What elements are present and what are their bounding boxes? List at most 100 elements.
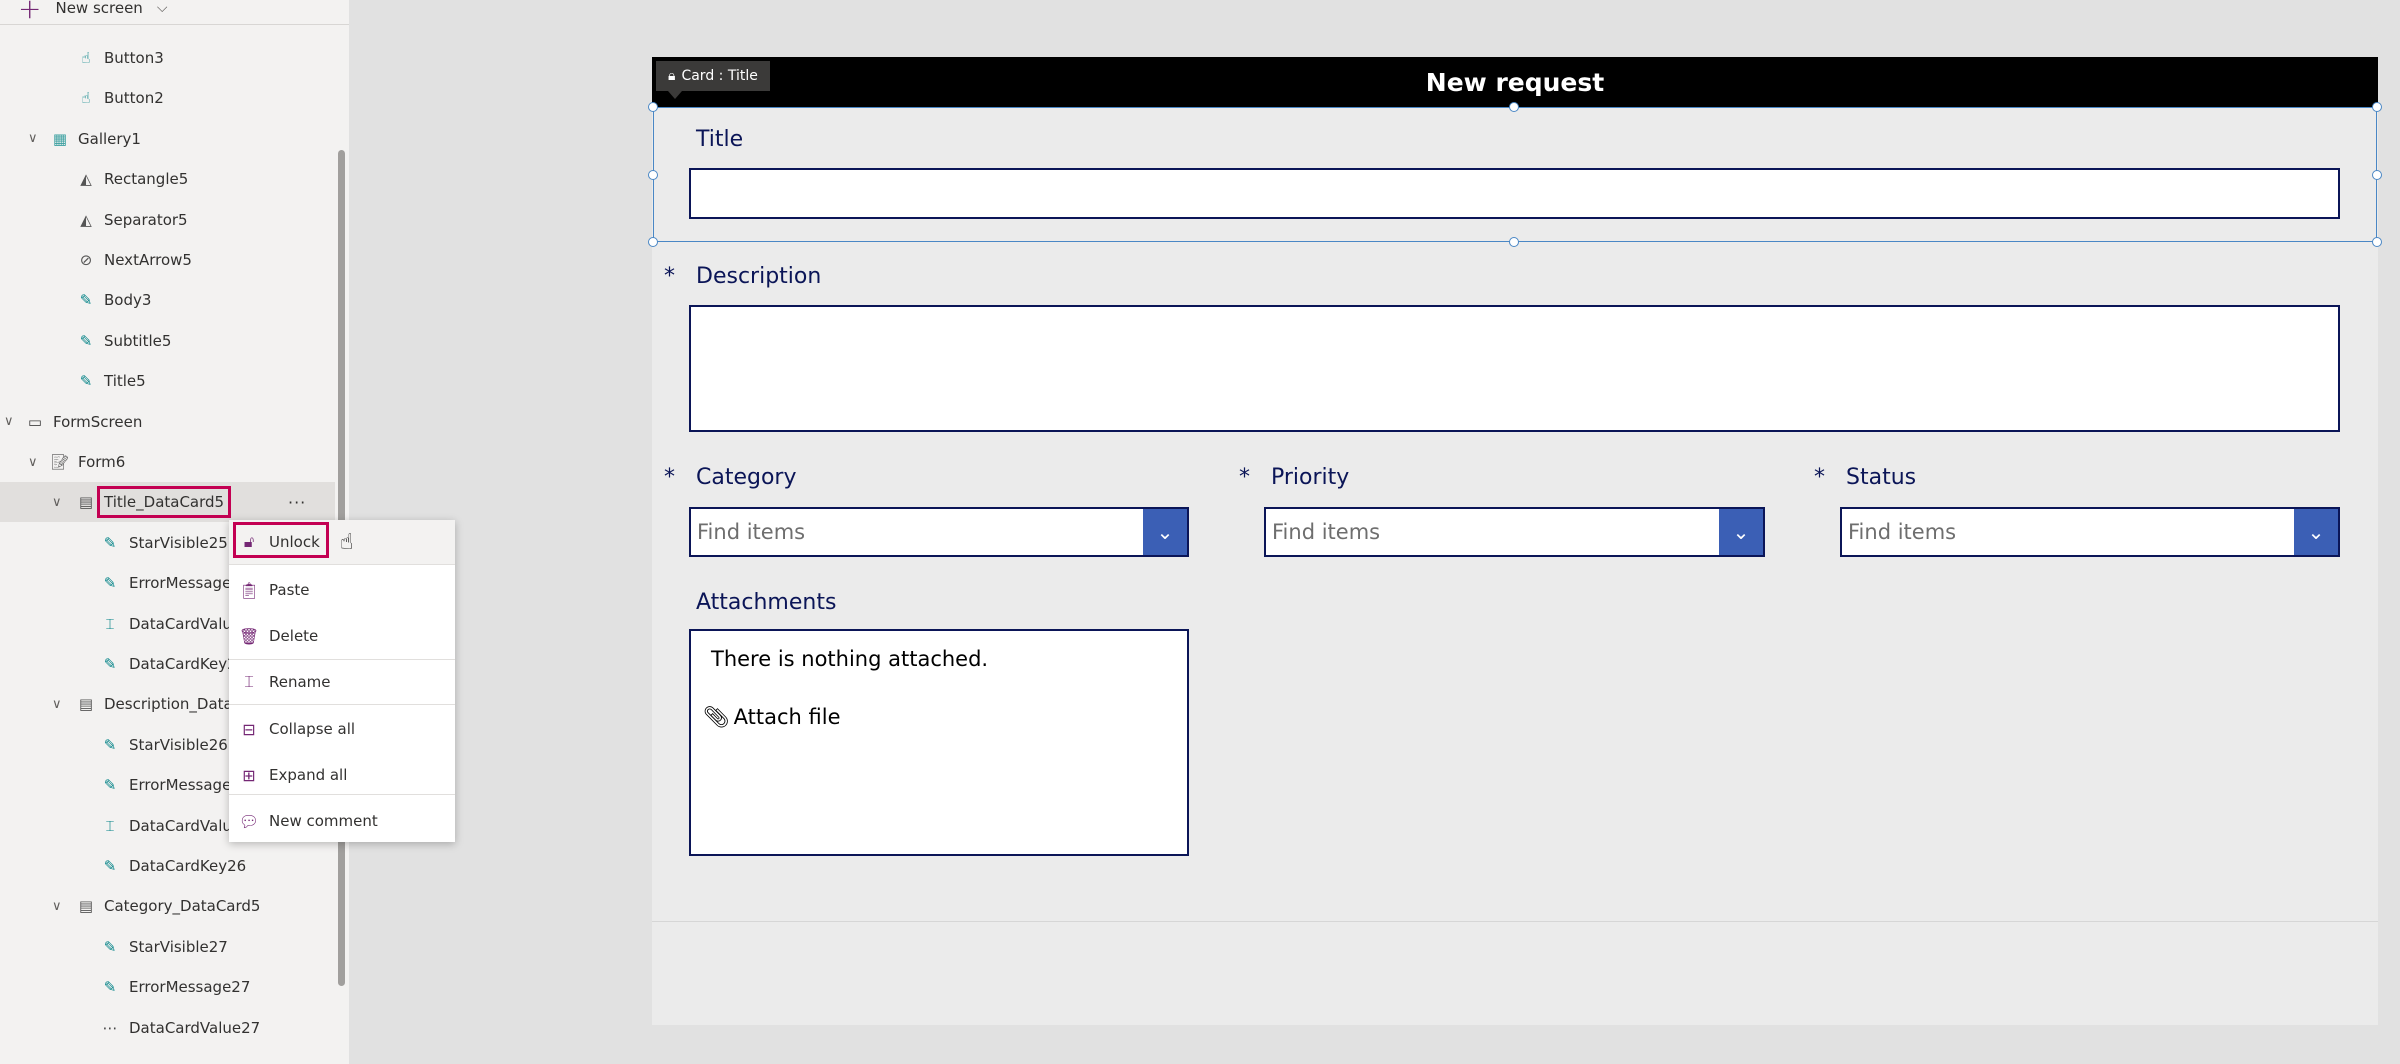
menu-divider [229,659,455,660]
title-label: Title [696,127,744,152]
button-icon: ☝ [81,89,91,108]
label-icon: ✎ [103,776,117,795]
chevron-down-icon[interactable]: ⌄ [2294,509,2338,555]
menu-divider [229,564,455,565]
new-screen-label: New screen [55,0,143,17]
title-input[interactable] [689,168,2340,219]
tree-item-label: StarVisible27 [129,937,228,956]
menu-item-delete[interactable]: 🗑︎ Delete [229,614,455,658]
required-mark: * [1814,465,1825,490]
tree-item-label: DataCardValue [129,816,242,835]
status-dropdown[interactable]: Find items ⌄ [1840,507,2340,557]
attach-file-button[interactable]: 📎︎ Attach file [703,705,841,730]
tree-item-label: Title_DataCard5 [96,486,232,519]
status-placeholder: Find items [1848,520,1957,544]
label-icon: ✎ [103,735,117,754]
tree-item[interactable]: ✎ Body3 [0,280,335,320]
tree-item[interactable]: ∨ ▭ FormScreen [0,402,335,442]
screen-icon: ▭ [27,412,43,431]
category-placeholder: Find items [697,520,806,544]
resize-handle[interactable] [648,102,658,112]
plus-icon: + [18,0,42,25]
category-dropdown[interactable]: Find items ⌄ [689,507,1189,557]
attachments-label: Attachments [696,590,837,615]
chevron-down-icon[interactable]: ∨ [4,414,14,429]
tree-item-label: DataCardKey26 [129,857,247,875]
tree-item-label: Separator5 [104,210,188,229]
card-icon: ▤ [78,695,94,714]
tree-item-label: ErrorMessage2 [129,776,241,795]
new-comment-icon: 💬︎ [238,811,260,831]
tree-item[interactable]: ✎ Subtitle5 [0,321,335,361]
chevron-down-icon: ⌵ [156,0,168,16]
chevron-down-icon[interactable]: ⌄ [1719,509,1763,555]
resize-handle[interactable] [1509,237,1519,247]
resize-handle[interactable] [648,237,658,247]
tree-item[interactable]: ◭ Rectangle5 [0,159,335,199]
tree-item-label: DataCardValue [129,614,242,633]
card-tooltip: 🔒︎ Card : Title [656,61,770,99]
tree-item[interactable]: ∨ ▤ Category_DataCard5 [0,886,335,926]
required-mark: * [664,465,675,490]
more-options-icon[interactable]: ··· [288,493,306,512]
tree-item-label: Rectangle5 [104,170,189,189]
tree-item[interactable]: ⊘ NextArrow5 [0,240,335,280]
chevron-down-icon[interactable]: ∨ [28,131,38,146]
label-icon: ✎ [103,533,117,552]
category-label: Category [696,465,797,490]
tree-item[interactable]: ☝ Button2 [0,78,335,118]
menu-item-paste[interactable]: 📋︎ Paste [229,568,455,612]
description-label: Description [696,264,822,289]
tree-item[interactable]: ◭ Separator5 [0,200,335,240]
tree-item[interactable]: ∨ ▦ Gallery1 [0,119,335,159]
label-icon: ✎ [103,978,117,997]
resize-handle[interactable] [2372,102,2382,112]
tree-item-label: Body3 [104,291,152,310]
tree-item-label: StarVisible26 [129,735,228,754]
label-icon: ✎ [79,372,93,391]
tree-item[interactable]: ⋯ DataCardValue27 [0,1008,335,1048]
tree-item-label: FormScreen [53,412,143,431]
hand-cursor-icon: ☝ [340,530,354,555]
resize-handle[interactable] [2372,237,2382,247]
attach-file-label: Attach file [733,705,841,729]
resize-handle[interactable] [1509,102,1519,112]
tree-item[interactable]: ∨ ▤ Title_DataCard5 ··· [0,482,335,523]
menu-item-collapse-all[interactable]: ⊟ Collapse all [229,707,455,751]
resize-handle[interactable] [2372,170,2382,180]
tree-item[interactable]: ✎ DataCardKey26 [0,846,335,886]
chevron-down-icon[interactable]: ∨ [52,899,62,914]
menu-item-expand-all[interactable]: ⊞ Expand all [229,753,455,797]
chevron-down-icon[interactable]: ∨ [52,495,62,510]
attachments-box: There is nothing attached. 📎︎ Attach file [689,629,1189,856]
tree-item-label: Button3 [104,49,164,67]
tree-item[interactable]: ∨ 📝︎ Form6 [0,442,335,482]
unlock-icon: 🔓︎ [243,532,255,551]
chevron-down-icon[interactable]: ⌄ [1143,509,1187,555]
menu-item-new-comment[interactable]: 💬︎ New comment [229,799,455,843]
tree-item-label: Button2 [104,89,164,108]
collapse-all-icon: ⊟ [242,719,256,739]
label-icon: ✎ [103,574,117,593]
new-screen-button[interactable]: + New screen ⌵ [18,0,168,25]
resize-handle[interactable] [648,170,658,180]
chevron-down-icon[interactable]: ∨ [28,455,38,470]
form-header: New request [652,57,2378,107]
label-icon: ✎ [103,655,117,673]
label-icon: ✎ [79,291,93,310]
tree-item-label: NextArrow5 [104,251,192,269]
label-icon: ✎ [103,937,117,956]
priority-dropdown[interactable]: Find items ⌄ [1264,507,1765,557]
tree-item-label: DataCardValue27 [129,1018,261,1037]
tree-item[interactable]: ✎ ErrorMessage27 [0,967,335,1007]
menu-item-rename[interactable]: ⌶ Rename [229,660,455,704]
description-input[interactable] [689,305,2340,432]
menu-divider [229,704,455,705]
menu-item-label: Expand all [269,766,348,784]
tree-item[interactable]: ✎ StarVisible27 [0,927,335,967]
chevron-down-icon[interactable]: ∨ [52,697,62,712]
status-label: Status [1846,465,1917,490]
tree-item[interactable]: ☝ Button3 [0,38,335,78]
tree-item-label: StarVisible25 [129,533,228,552]
tree-item[interactable]: ✎ Title5 [0,361,335,401]
